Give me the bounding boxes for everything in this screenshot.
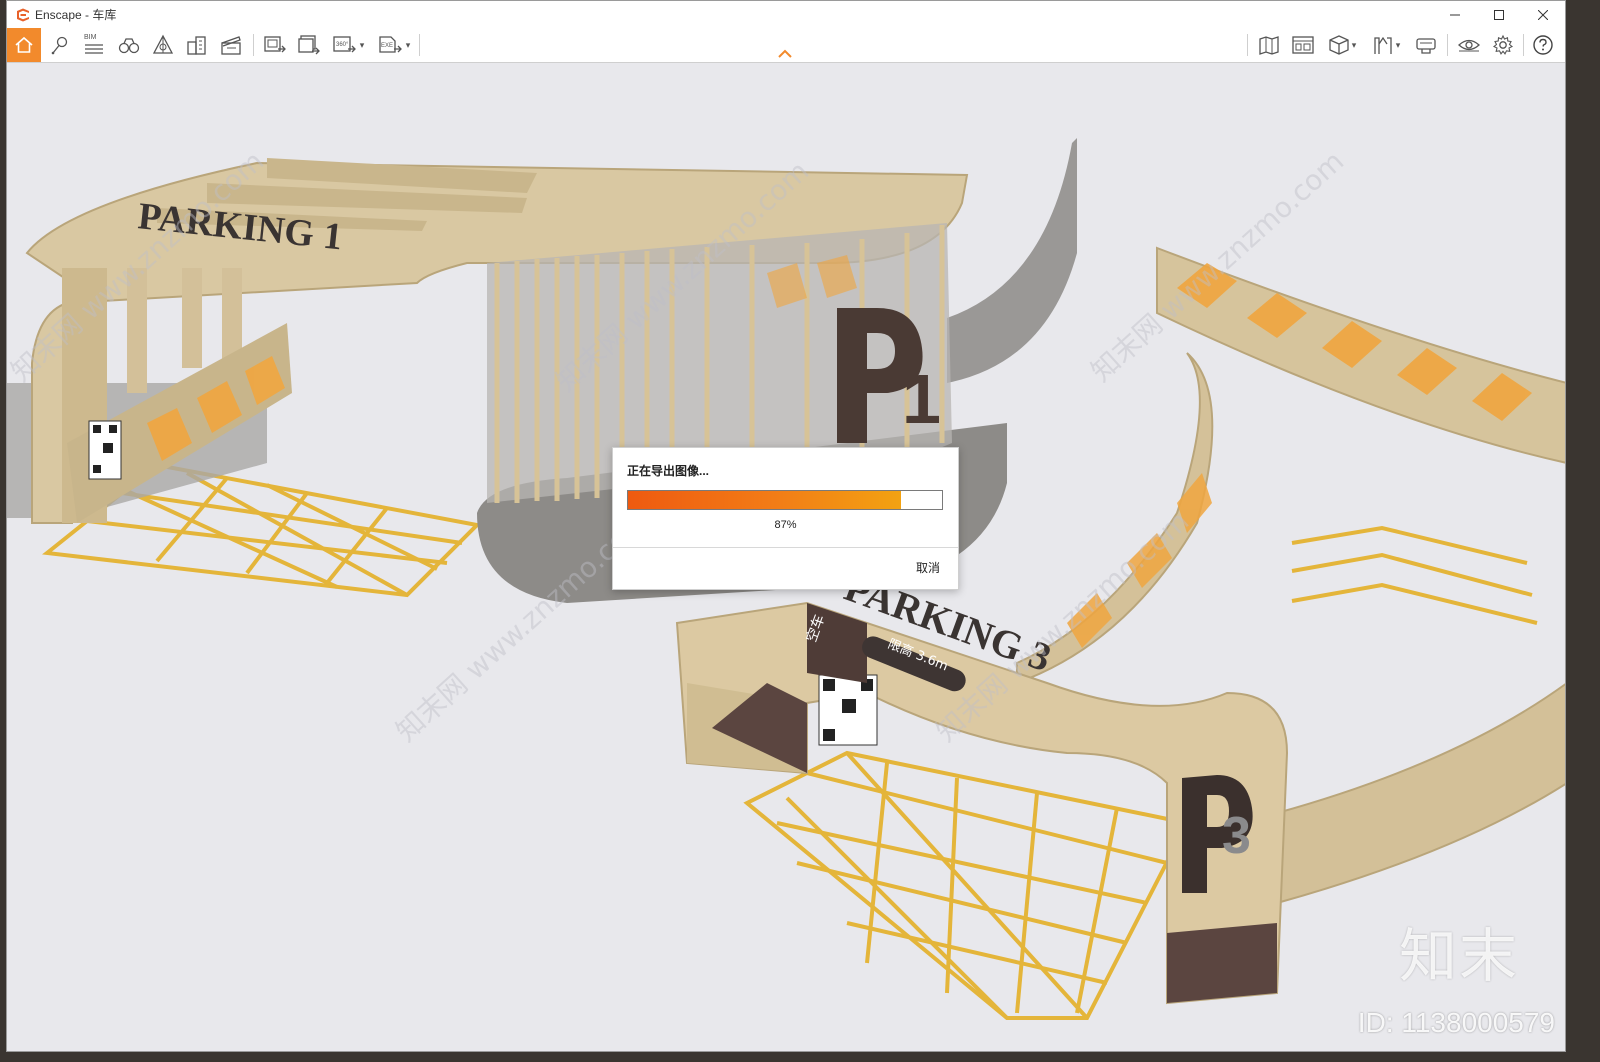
- exe-export-button[interactable]: EXE ▾: [375, 30, 413, 60]
- toolbar-separator: [419, 34, 420, 56]
- exe-label: EXE: [381, 43, 393, 49]
- exe-export-icon: EXE: [379, 36, 402, 53]
- maximize-button[interactable]: [1477, 1, 1521, 28]
- settings-button[interactable]: [1489, 30, 1517, 60]
- visual-settings-button[interactable]: [1455, 30, 1483, 60]
- location-pin-icon: [51, 36, 68, 55]
- walkthrough-button[interactable]: ▾: [1367, 30, 1405, 60]
- map-icon: [1259, 36, 1279, 55]
- location-button[interactable]: [47, 30, 73, 60]
- progress-fill: [628, 491, 902, 509]
- perspective-icon: [152, 34, 174, 54]
- binoculars-icon: [118, 38, 140, 54]
- binoculars-button[interactable]: [115, 30, 143, 60]
- export-progress-dialog: 正在导出图像... 87% 取消: [612, 447, 959, 590]
- minimize-icon: [1450, 14, 1460, 15]
- close-icon: [1538, 9, 1548, 20]
- cube-button[interactable]: ▾: [1323, 30, 1361, 60]
- toolbar-separator: [1447, 34, 1448, 56]
- bim-label: BIM: [84, 34, 97, 41]
- bim-button[interactable]: BIM: [81, 30, 107, 60]
- render-image-icon: [264, 36, 286, 53]
- map-button[interactable]: [1255, 30, 1283, 60]
- watermark-id: ID: 1138000579: [1357, 1007, 1555, 1038]
- chevron-down-icon: ▾: [359, 39, 365, 50]
- watermark-logo: 知末: [1398, 922, 1519, 990]
- panorama-label: 360°: [336, 42, 349, 48]
- vr-headset-button[interactable]: [1411, 30, 1441, 60]
- chevron-down-icon: ▾: [1351, 39, 1357, 50]
- clapperboard-icon: [221, 36, 241, 55]
- asset-library-button[interactable]: [1289, 30, 1317, 60]
- batch-render-icon: [298, 35, 320, 55]
- batch-render-button[interactable]: [295, 30, 323, 60]
- cancel-button[interactable]: 取消: [916, 559, 940, 576]
- buildings-button[interactable]: [183, 30, 211, 60]
- dialog-title: 正在导出图像...: [627, 464, 710, 478]
- home-button[interactable]: [7, 28, 41, 62]
- help-icon: [1533, 35, 1553, 55]
- app-window: Enscape - 车库 BIM 360° ▾ EXE ▾ ▾ ▾ 1 PARK…: [6, 0, 1566, 1052]
- perspective-button[interactable]: [149, 30, 177, 60]
- vr-headset-icon: [1416, 38, 1436, 54]
- eye-icon: [1458, 39, 1480, 52]
- p3-sign-text: 3: [1222, 807, 1251, 865]
- cube-icon: [1329, 35, 1349, 55]
- clapperboard-button[interactable]: [217, 30, 245, 60]
- toolbar-separator: [1247, 34, 1248, 56]
- main-toolbar: BIM 360° ▾ EXE ▾ ▾ ▾: [7, 28, 1565, 63]
- buildings-icon: [187, 36, 206, 55]
- chevron-down-icon: ▾: [1395, 39, 1401, 50]
- toolbar-separator: [253, 34, 254, 56]
- minimize-button[interactable]: [1433, 1, 1477, 28]
- gear-icon: [1492, 34, 1514, 55]
- help-button[interactable]: [1529, 30, 1557, 60]
- window-controls: [1433, 1, 1565, 28]
- home-icon: [15, 36, 33, 53]
- asset-library-icon: [1292, 36, 1314, 54]
- window-title: Enscape - 车库: [35, 8, 117, 22]
- walkthrough-icon: [1374, 36, 1392, 54]
- collapse-toolbar-icon[interactable]: [777, 49, 793, 59]
- maximize-icon: [1494, 9, 1504, 20]
- panorama-button[interactable]: 360° ▾: [329, 30, 367, 60]
- p1-sign-text: 1: [902, 360, 941, 438]
- title-bar: Enscape - 车库: [7, 1, 1565, 28]
- enscape-logo-icon: [17, 8, 29, 21]
- render-viewport[interactable]: 1 PARKING 1 空车 3 PARKING 3 限高 3.6m 知末网 w…: [7, 63, 1565, 1051]
- dialog-divider: [613, 547, 958, 548]
- panorama-360-icon: 360°: [333, 36, 356, 53]
- close-button[interactable]: [1521, 1, 1565, 28]
- progress-percent: 87%: [774, 519, 797, 531]
- chevron-down-icon: ▾: [405, 39, 411, 50]
- render-image-button[interactable]: [261, 30, 289, 60]
- toolbar-separator: [1523, 34, 1524, 56]
- bim-icon: [85, 44, 103, 54]
- export-progress-bar: [627, 490, 943, 510]
